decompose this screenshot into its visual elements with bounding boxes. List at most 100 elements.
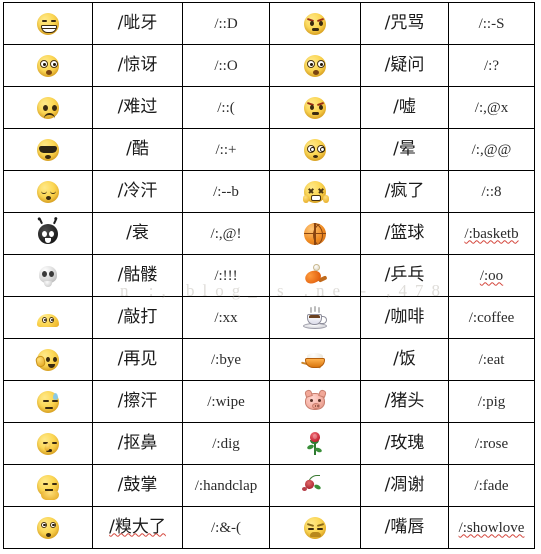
emoji-name-cell: /疑问 (360, 44, 449, 87)
emoji-code-label: /::-S (478, 15, 505, 32)
emoji-icon-cell (3, 254, 93, 297)
emoji-code-cell: /::-S (448, 2, 535, 45)
emoji-code-cell: /:!!! (182, 254, 270, 297)
emoji-name-cell: /嘴唇 (360, 506, 449, 549)
emoji-code-label: /:basketb (464, 225, 519, 242)
emoji-name-label: /鼓掌 (117, 474, 158, 495)
emoji-code-cell: /:bye (182, 338, 270, 381)
emoji-code-label: /:wipe (207, 393, 245, 410)
emoji-icon-cell (269, 464, 361, 507)
emoji-code-label: /:dig (212, 435, 240, 452)
emoji-name-cell: /衰 (92, 212, 183, 255)
table-row: /鼓掌 /:handclap/凋谢 /:fade (3, 464, 535, 507)
emoji-code-cell: /:eat (448, 338, 535, 381)
wilted-rose-icon (302, 473, 328, 499)
table-row: /呲牙 /::D/咒骂 /::-S (3, 2, 535, 45)
emoji-name-label: /难过 (117, 96, 158, 117)
nose-dig-face-icon (35, 431, 61, 457)
emoji-code-label: /::( (217, 99, 235, 116)
emoji-name-label: /敲打 (117, 306, 158, 327)
emoji-code-cell: /:handclap (182, 464, 270, 507)
emoji-code-cell: /::8 (448, 170, 535, 213)
emoji-code-label: /:xx (214, 309, 238, 326)
emoji-icon-cell (3, 422, 93, 465)
emoji-name-cell: /再见 (92, 338, 183, 381)
emoji-code-cell: /:wipe (182, 380, 270, 423)
emoji-code-cell: /:oo (448, 254, 535, 297)
emoji-icon-cell (269, 170, 361, 213)
emoji-name-label: /咒骂 (384, 12, 425, 33)
emoji-name-cell: /呲牙 (92, 2, 183, 45)
rose-icon (302, 431, 328, 457)
emoji-icon-cell (269, 506, 361, 549)
emoji-icon-cell (3, 128, 93, 171)
angry-face-icon (302, 11, 328, 37)
emoji-code-label: /:bye (211, 351, 241, 368)
emoji-name-label: /衰 (126, 222, 149, 243)
emoji-shortcut-table-container: /呲牙 /::D/咒骂 /::-S/惊讶/::O/疑问 /:?/难过 /::( /嘘 /:,… (3, 2, 535, 551)
emoji-code-cell: /::( (182, 86, 270, 129)
table-row: /抠鼻 /:dig/玫瑰 /:rose (3, 422, 535, 465)
emoji-name-cell: /猪头 (360, 380, 449, 423)
waving-face-icon (34, 347, 61, 373)
table-row: /难过 /::( /嘘 /:,@x (3, 86, 535, 129)
emoji-icon-cell (269, 128, 361, 171)
emoji-name-label: /饭 (393, 348, 416, 369)
emoji-icon-cell (269, 380, 361, 423)
emoji-code-label: /::8 (481, 183, 502, 200)
emoji-icon-cell (3, 506, 93, 549)
emoji-code-cell: /:? (448, 44, 535, 87)
coffee-cup-icon (302, 305, 328, 331)
table-row: /骷髅 /:!!! /乒乓 /:oo (3, 254, 535, 297)
emoji-name-cell: /擦汗 (92, 380, 183, 423)
emoji-code-cell: /::+ (182, 128, 270, 171)
emoji-name-cell: /晕 (360, 128, 449, 171)
emoji-name-label: /篮球 (384, 222, 425, 243)
emoji-icon-cell (3, 170, 93, 213)
knock-face-icon (35, 305, 61, 331)
emoji-name-label: /抠鼻 (117, 432, 158, 453)
emoji-icon-cell (3, 296, 93, 339)
emoji-name-cell: /冷汗 (92, 170, 183, 213)
emoji-code-label: /:? (484, 57, 499, 74)
emoji-name-cell: /玫瑰 (360, 422, 449, 465)
emoji-code-label: /:pig (477, 393, 506, 410)
emoji-code-cell: /:dig (182, 422, 270, 465)
table-row: /冷汗 /:--b/疯了 /::8 (3, 170, 535, 213)
emoji-code-cell: /:&-( (182, 506, 270, 549)
emoji-name-label: /乒乓 (384, 264, 425, 285)
emoji-name-label: /晕 (393, 138, 416, 159)
emoji-code-cell: /:pig (448, 380, 535, 423)
emoji-code-label: /:eat (478, 351, 505, 368)
emoji-code-label: /::+ (215, 141, 237, 158)
cold-sweat-face-icon (35, 179, 61, 205)
cool-sunglasses-icon (35, 137, 61, 163)
emoji-icon-cell (269, 254, 361, 297)
emoji-code-label: /::D (214, 15, 238, 32)
embarrassed-face-icon (35, 515, 61, 541)
emoji-name-label: /嘘 (393, 96, 416, 117)
emoji-name-cell: /惊讶 (92, 44, 183, 87)
question-face-icon (302, 53, 328, 79)
emoji-code-label: /:!!! (214, 267, 238, 284)
pig-head-icon (302, 388, 328, 415)
clapping-face-icon (35, 473, 61, 500)
emoji-code-label: /:--b (213, 183, 239, 200)
emoji-name-label: /再见 (117, 348, 158, 369)
shush-face-icon (302, 95, 328, 121)
emoji-icon-cell (269, 86, 361, 129)
surprised-face-icon (35, 53, 61, 79)
emoji-name-label: /糗大了 (109, 516, 166, 537)
table-row: /再见 /:bye/饭 /:eat (3, 338, 535, 381)
emoji-code-cell: /:coffee (448, 296, 535, 339)
emoji-code-label: /:,@x (474, 99, 509, 116)
emoji-code-cell: /:fade (448, 464, 535, 507)
emoji-icon-cell (269, 44, 361, 87)
emoji-code-cell: /::O (182, 44, 270, 87)
emoji-icon-cell (3, 86, 93, 129)
emoji-name-cell: /咒骂 (360, 2, 449, 45)
emoji-code-label: /:&-( (211, 519, 241, 536)
grin-face-icon (35, 11, 61, 37)
emoji-icon-cell (269, 422, 361, 465)
emoji-code-cell: /:xx (182, 296, 270, 339)
